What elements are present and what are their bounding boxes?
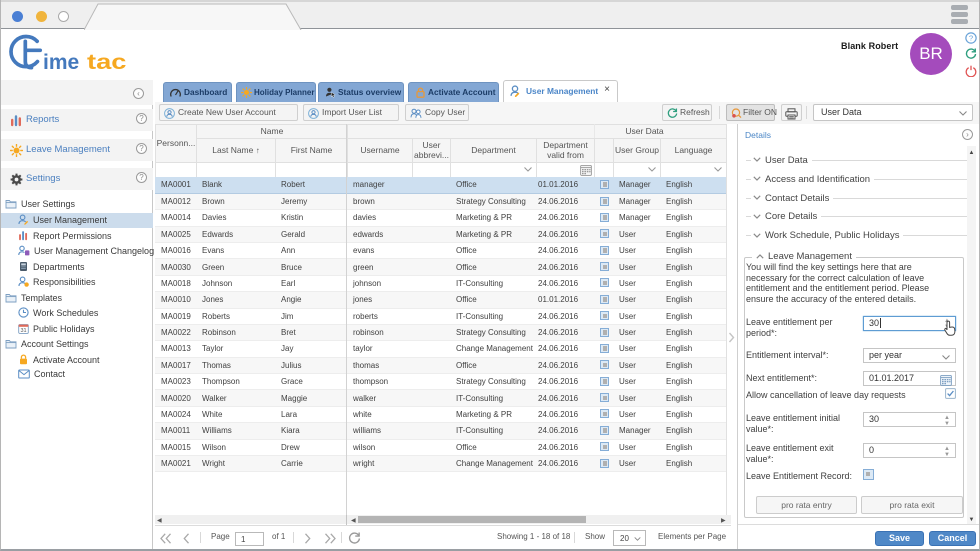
svg-text:tac: tac [87,51,126,74]
svg-text:?: ? [969,34,973,43]
svg-text:31: 31 [20,327,26,333]
svg-text:ime: ime [43,51,79,74]
